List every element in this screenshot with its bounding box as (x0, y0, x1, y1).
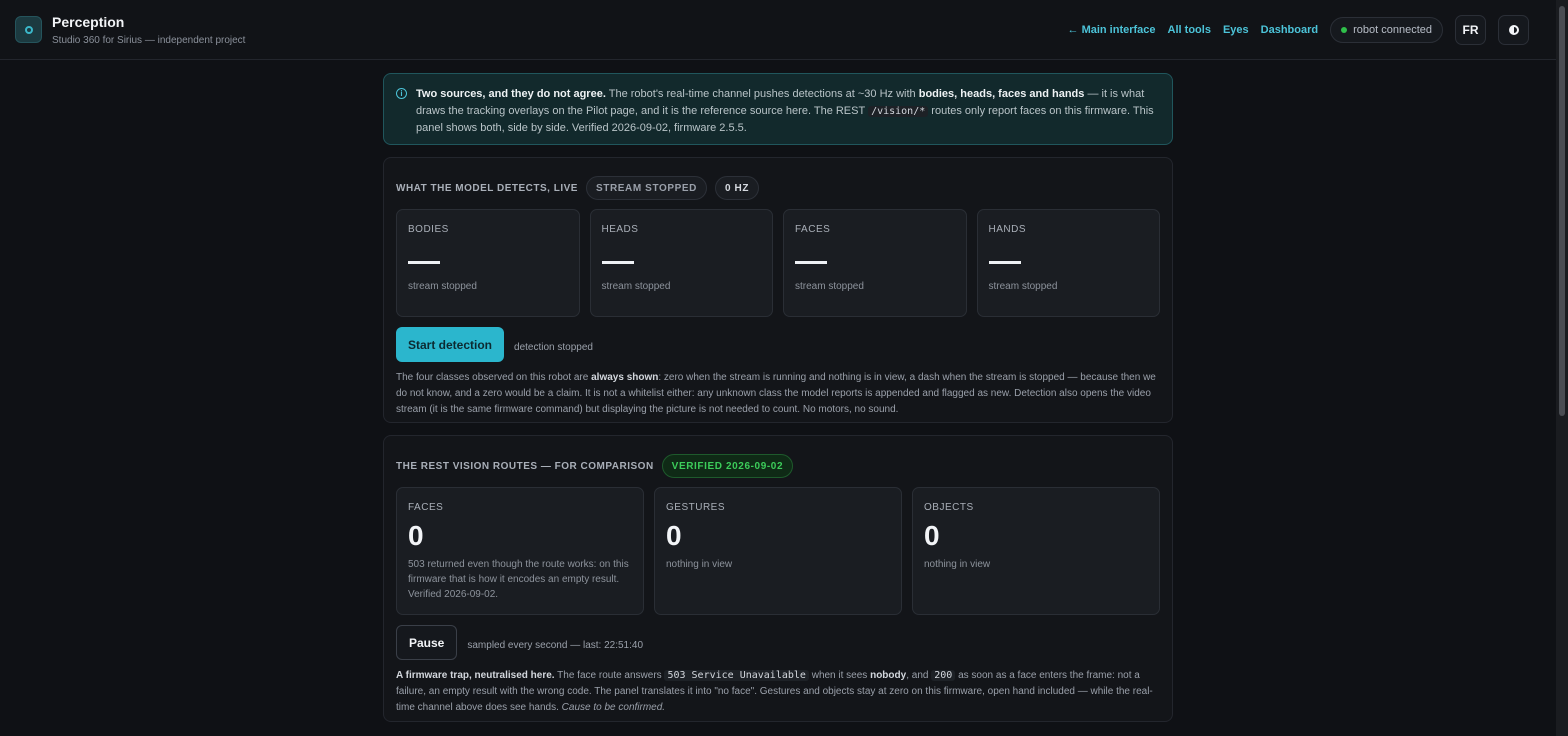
detection-status-text: detection stopped (514, 342, 593, 353)
tile-rest-gestures: GESTURES 0 nothing in view (654, 487, 902, 615)
nav-main-interface-link[interactable]: ← Main interface (1068, 24, 1156, 36)
app-header: Perception Studio 360 for Sirius — indep… (0, 0, 1556, 60)
tile-status: stream stopped (795, 281, 864, 292)
status-dot-icon (1341, 27, 1348, 33)
tile-value: 0 (408, 520, 424, 551)
tile-heads: HEADS stream stopped (589, 209, 773, 317)
info-banner: i Two sources, and they do not agree. Th… (383, 73, 1173, 145)
vision-route-code: /vision/* (868, 106, 929, 117)
live-tiles: BODIES stream stopped HEADS stream stopp… (396, 209, 1160, 317)
page-scrollbar[interactable] (1556, 0, 1568, 736)
tile-value: 0 (666, 520, 682, 551)
tile-status: stream stopped (601, 281, 671, 292)
tile-label: GESTURES (666, 502, 726, 513)
tile-rest-objects: OBJECTS 0 nothing in view (912, 487, 1160, 615)
status-200-code: 200 (931, 670, 956, 681)
no-value-dash (795, 261, 827, 264)
page-subtitle: Studio 360 for Sirius — independent proj… (52, 35, 246, 46)
tile-label: OBJECTS (924, 502, 974, 513)
scrollbar-thumb[interactable] (1559, 6, 1565, 416)
main-content: i Two sources, and they do not agree. Th… (383, 73, 1173, 722)
tile-description: 503 returned even though the route works… (408, 559, 629, 600)
tile-label: FACES (408, 502, 444, 513)
sample-status-text: sampled every second — last: 22:51:40 (467, 640, 644, 651)
tile-label: BODIES (408, 224, 449, 235)
live-card-title: WHAT THE MODEL DETECTS, LIVE (396, 182, 578, 194)
connection-status-text: robot connected (1353, 24, 1432, 36)
start-detection-button[interactable]: Start detection (396, 327, 505, 362)
rest-routes-card: THE REST VISION ROUTES — FOR COMPARISON … (383, 435, 1173, 722)
tile-status: stream stopped (408, 281, 477, 292)
no-value-dash (988, 261, 1021, 264)
rest-note: A firmware trap, neutralised here. The f… (396, 670, 1153, 713)
info-banner-text: Two sources, and they do not agree. The … (416, 88, 1154, 134)
live-detection-card: WHAT THE MODEL DETECTS, LIVE STREAM STOP… (383, 157, 1173, 423)
no-value-dash (601, 261, 634, 264)
connection-status-badge: robot connected (1330, 17, 1443, 43)
tile-label: HANDS (988, 224, 1027, 235)
frequency-pill: 0 HZ (714, 176, 760, 200)
tile-status: stream stopped (988, 281, 1058, 292)
tile-label: FACES (795, 224, 831, 235)
language-toggle-button[interactable]: FR (1455, 15, 1486, 45)
tile-label: HEADS (601, 224, 639, 235)
nav-dashboard-link[interactable]: Dashboard (1261, 24, 1318, 36)
tile-description: nothing in view (666, 559, 733, 570)
rest-card-title: THE REST VISION ROUTES — FOR COMPARISON (396, 460, 654, 472)
rest-tiles: FACES 0 503 returned even though the rou… (396, 487, 1160, 615)
info-lead: Two sources, and they do not agree. (416, 88, 606, 100)
no-value-dash (408, 261, 440, 264)
tile-rest-faces: FACES 0 503 returned even though the rou… (396, 487, 644, 615)
nav-all-tools-link[interactable]: All tools (1168, 24, 1211, 36)
stream-status-pill: STREAM STOPPED (585, 176, 707, 200)
tile-hands: HANDS stream stopped (976, 209, 1160, 317)
nav-eyes-link[interactable]: Eyes (1223, 24, 1249, 36)
verified-pill: VERIFIED 2026-09-02 (661, 454, 794, 478)
tile-faces: FACES stream stopped (783, 209, 967, 317)
live-note: The four classes observed on this robot … (396, 372, 1156, 415)
tile-bodies: BODIES stream stopped (396, 209, 580, 317)
contrast-icon (1508, 25, 1519, 35)
status-503-code: 503 Service Unavailable (664, 670, 809, 681)
top-nav: ← Main interface All tools Eyes Dashboar… (1068, 15, 1529, 45)
page-title: Perception (52, 14, 125, 30)
pause-button[interactable]: Pause (396, 625, 458, 660)
tile-description: nothing in view (924, 559, 991, 570)
info-icon: i (396, 88, 407, 99)
theme-toggle-button[interactable] (1498, 15, 1529, 45)
tile-value: 0 (924, 520, 940, 551)
app-logo-icon (15, 16, 42, 43)
